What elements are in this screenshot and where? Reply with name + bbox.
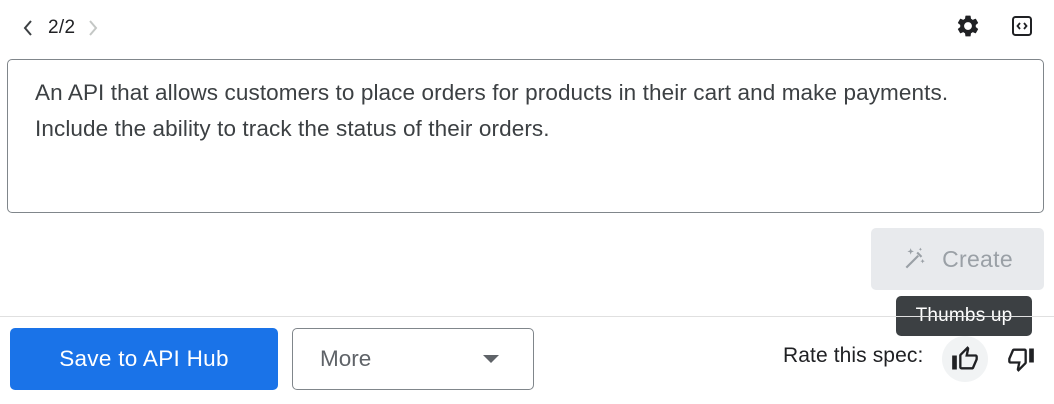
thumb-down-icon xyxy=(1008,348,1034,372)
pager: 2/2 xyxy=(16,12,105,44)
dropdown-caret-icon xyxy=(483,355,499,363)
magic-wand-icon xyxy=(905,247,925,269)
more-dropdown[interactable]: More xyxy=(292,328,534,390)
previous-button[interactable] xyxy=(16,12,40,44)
chevron-left-icon xyxy=(23,20,32,36)
code-view-button[interactable] xyxy=(1006,10,1038,42)
more-dropdown-label: More xyxy=(320,346,372,371)
save-to-api-hub-button[interactable]: Save to API Hub xyxy=(10,328,278,390)
settings-button[interactable] xyxy=(952,10,984,42)
prompt-input[interactable]: An API that allows customers to place or… xyxy=(7,59,1044,213)
thumbs-down-button[interactable] xyxy=(998,336,1044,382)
create-button[interactable]: Create xyxy=(871,228,1044,290)
footer-divider xyxy=(0,316,1054,317)
next-button[interactable] xyxy=(81,12,105,44)
page-counter: 2/2 xyxy=(48,17,76,38)
create-button-label: Create xyxy=(942,245,1013,272)
thumbs-up-button[interactable] xyxy=(942,336,988,382)
rate-spec-label: Rate this spec: xyxy=(783,344,924,367)
chevron-right-icon xyxy=(89,20,98,36)
code-view-icon xyxy=(1012,16,1032,36)
gear-icon xyxy=(957,15,979,37)
top-actions xyxy=(952,10,1038,42)
thumb-up-icon xyxy=(952,346,978,370)
